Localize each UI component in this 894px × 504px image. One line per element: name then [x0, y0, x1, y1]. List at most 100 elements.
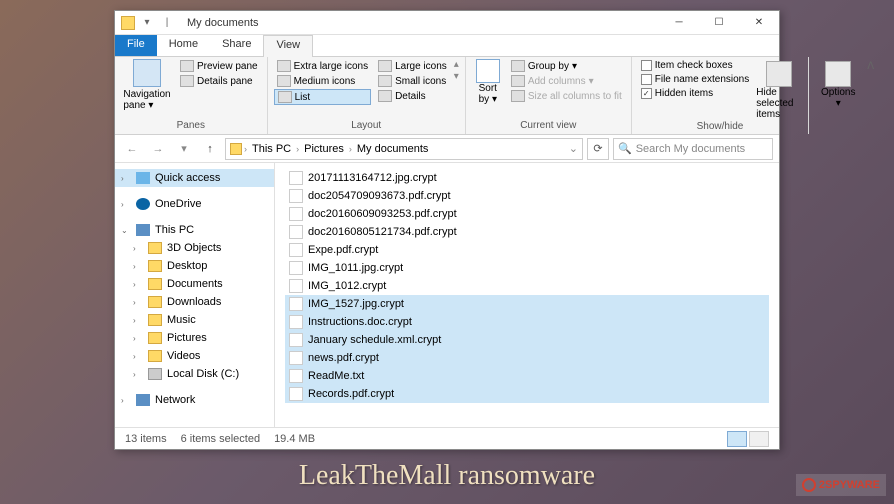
- file-item[interactable]: news.pdf.crypt: [285, 349, 769, 367]
- file-icon: [289, 369, 303, 383]
- navigation-pane-button[interactable]: Navigationpane ▾: [121, 59, 173, 111]
- chevron-right-icon[interactable]: ›: [244, 144, 247, 154]
- addcol-icon: [511, 75, 525, 87]
- file-item[interactable]: Records.pdf.crypt: [285, 385, 769, 403]
- thumbnails-view-button[interactable]: [749, 431, 769, 447]
- sidebar-item[interactable]: ›Downloads: [115, 293, 274, 311]
- checkbox-icon: [641, 74, 652, 85]
- layout-scroll-up-icon[interactable]: ▴: [454, 59, 459, 70]
- minimize-button[interactable]: ─: [659, 11, 699, 35]
- file-item[interactable]: IMG_1011.jpg.crypt: [285, 259, 769, 277]
- sidebar-item[interactable]: ›Documents: [115, 275, 274, 293]
- collapse-icon[interactable]: ⌄: [121, 226, 131, 235]
- chevron-right-icon[interactable]: ›: [349, 144, 352, 154]
- panes-group-label: Panes: [121, 119, 261, 132]
- file-item[interactable]: IMG_1012.crypt: [285, 277, 769, 295]
- expand-icon[interactable]: ›: [133, 244, 143, 253]
- sidebar-item[interactable]: › Music: [115, 311, 274, 329]
- file-item[interactable]: doc20160609093253.pdf.crypt: [285, 205, 769, 223]
- file-extensions-toggle[interactable]: File name extensions: [638, 73, 753, 86]
- preview-pane-button[interactable]: Preview pane: [177, 59, 261, 73]
- file-item[interactable]: 20171113164712.jpg.crypt: [285, 169, 769, 187]
- file-item[interactable]: doc20160805121734.pdf.crypt: [285, 223, 769, 241]
- file-name: Records.pdf.crypt: [308, 388, 394, 400]
- small-icons-button[interactable]: Small icons: [375, 74, 450, 88]
- crumb-current[interactable]: My documents: [354, 143, 432, 155]
- add-columns-button[interactable]: Add columns ▾: [508, 74, 625, 88]
- crumb-pictures[interactable]: Pictures: [301, 143, 347, 155]
- refresh-button[interactable]: ⟳: [587, 138, 609, 160]
- expand-icon[interactable]: ›: [133, 316, 143, 325]
- hidden-items-toggle[interactable]: Hidden items: [638, 87, 753, 100]
- list-label: List: [295, 92, 311, 103]
- chevron-right-icon[interactable]: ›: [296, 144, 299, 154]
- tab-view[interactable]: View: [263, 35, 313, 57]
- expand-icon[interactable]: ›: [121, 200, 131, 209]
- expand-icon[interactable]: ›: [121, 174, 131, 183]
- sidebar-item-label: Music: [167, 314, 196, 326]
- file-item[interactable]: Expe.pdf.crypt: [285, 241, 769, 259]
- expand-icon[interactable]: ›: [133, 334, 143, 343]
- recent-locations-button[interactable]: ▾: [173, 138, 195, 160]
- file-name: news.pdf.crypt: [308, 352, 379, 364]
- folder-icon: [148, 278, 162, 290]
- sidebar-item-label: Desktop: [167, 260, 207, 272]
- layout-scroll-down-icon[interactable]: ▾: [454, 71, 459, 82]
- expand-icon[interactable]: ›: [133, 262, 143, 271]
- expand-icon[interactable]: ›: [133, 352, 143, 361]
- maximize-button[interactable]: ☐: [699, 11, 739, 35]
- expand-icon[interactable]: ›: [133, 298, 143, 307]
- file-item[interactable]: Instructions.doc.crypt: [285, 313, 769, 331]
- file-item[interactable]: doc2054709093673.pdf.crypt: [285, 187, 769, 205]
- options-button[interactable]: Options ▾: [815, 59, 861, 109]
- qat-dropdown-icon[interactable]: ▾: [139, 15, 155, 31]
- expand-icon[interactable]: ›: [133, 370, 143, 379]
- sidebar-item[interactable]: ›Pictures: [115, 329, 274, 347]
- sidebar-item[interactable]: ›Videos: [115, 347, 274, 365]
- file-item[interactable]: IMG_1527.jpg.crypt: [285, 295, 769, 313]
- ribbon-collapse-button[interactable]: ᐱ: [867, 57, 874, 134]
- file-item[interactable]: ReadMe.txt: [285, 367, 769, 385]
- search-input[interactable]: 🔍 Search My documents: [613, 138, 773, 160]
- details-button[interactable]: Details: [375, 89, 450, 103]
- medium-icons-button[interactable]: Medium icons: [274, 74, 371, 88]
- details-pane-button[interactable]: Details pane: [177, 74, 261, 88]
- sort-by-button[interactable]: Sortby ▾: [472, 59, 504, 105]
- breadcrumb[interactable]: › This PC › Pictures › My documents ⌄: [225, 138, 583, 160]
- extra-large-icons-button[interactable]: Extra large icons: [274, 59, 371, 73]
- file-list[interactable]: 20171113164712.jpg.cryptdoc2054709093673…: [275, 163, 779, 427]
- ribbon: Navigationpane ▾ Preview pane Details pa…: [115, 57, 779, 135]
- sidebar-network[interactable]: ›Network: [115, 391, 274, 409]
- tab-home[interactable]: Home: [157, 35, 210, 56]
- up-button[interactable]: ↑: [199, 138, 221, 160]
- sidebar-onedrive[interactable]: ›OneDrive: [115, 195, 274, 213]
- expand-icon[interactable]: ›: [121, 396, 131, 405]
- back-button[interactable]: ←: [121, 138, 143, 160]
- folder-icon: [148, 242, 162, 254]
- tab-file[interactable]: File: [115, 35, 157, 56]
- details-pane-icon: [180, 75, 194, 87]
- sidebar-this-pc[interactable]: ⌄This PC: [115, 221, 274, 239]
- sidebar-quick-access[interactable]: ›Quick access: [115, 169, 274, 187]
- file-icon: [289, 261, 303, 275]
- pc-icon: [136, 224, 150, 236]
- tab-share[interactable]: Share: [210, 35, 263, 56]
- group-by-button[interactable]: Group by ▾: [508, 59, 625, 73]
- hide-selected-label: Hide selecteditems: [756, 87, 802, 120]
- sidebar-item[interactable]: › Desktop: [115, 257, 274, 275]
- sidebar-item[interactable]: ›Local Disk (C:): [115, 365, 274, 383]
- expand-icon[interactable]: ›: [133, 280, 143, 289]
- size-columns-button[interactable]: Size all columns to fit: [508, 89, 625, 103]
- list-button[interactable]: List: [274, 89, 371, 105]
- details-view-button[interactable]: [727, 431, 747, 447]
- lg-label: Large icons: [395, 61, 447, 72]
- large-icons-button[interactable]: Large icons: [375, 59, 450, 73]
- item-check-boxes-toggle[interactable]: Item check boxes: [638, 59, 753, 72]
- sidebar-item[interactable]: ›3D Objects: [115, 239, 274, 257]
- address-dropdown-icon[interactable]: ⌄: [569, 142, 578, 155]
- close-button[interactable]: ✕: [739, 11, 779, 35]
- hide-selected-button[interactable]: Hide selecteditems: [756, 59, 802, 120]
- forward-button[interactable]: →: [147, 138, 169, 160]
- file-item[interactable]: January schedule.xml.crypt: [285, 331, 769, 349]
- crumb-this-pc[interactable]: This PC: [249, 143, 294, 155]
